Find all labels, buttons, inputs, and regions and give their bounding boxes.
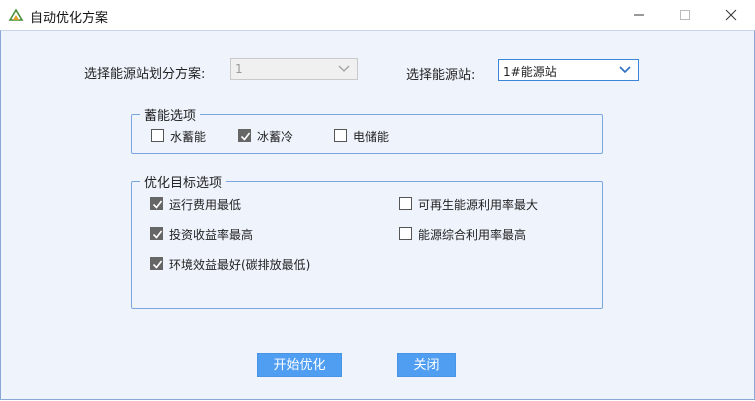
checkmark-icon <box>150 227 163 240</box>
checkbox-electric-storage[interactable]: 电储能 <box>334 128 404 144</box>
chevron-down-icon <box>618 64 632 80</box>
checkbox-max-renewable-ratio[interactable]: 可再生能源利用率最大 <box>399 196 569 212</box>
dialog-body: 选择能源站划分方案: 1 选择能源站: 1#能源站 蓄能选项 水蓄能 冰蓄冷 电… <box>0 30 755 400</box>
goals-group-title: 优化目标选项 <box>140 172 227 191</box>
scheme-select-value: 1 <box>235 62 243 76</box>
station-label: 选择能源站: <box>406 68 476 83</box>
checkbox-label: 投资收益率最高 <box>169 228 254 242</box>
checkbox-water-storage[interactable]: 水蓄能 <box>151 128 221 144</box>
checkbox-label: 能源综合利用率最高 <box>418 228 527 242</box>
station-select-value: 1#能源站 <box>503 65 557 79</box>
checkbox-label: 冰蓄冷 <box>257 130 294 144</box>
checkmark-icon <box>150 257 163 270</box>
checkbox-best-environmental-benefit[interactable]: 环境效益最好(碳排放最低) <box>150 256 350 272</box>
app-logo-icon <box>8 7 24 23</box>
maximize-button[interactable] <box>662 0 708 30</box>
checkbox-box <box>334 129 347 142</box>
checkbox-box <box>151 129 164 142</box>
title-bar: 自动优化方案 <box>0 0 755 30</box>
checkbox-box <box>399 197 412 210</box>
checkbox-label: 电储能 <box>353 130 390 144</box>
checkmark-icon <box>238 129 251 142</box>
checkbox-max-energy-utilization[interactable]: 能源综合利用率最高 <box>399 226 569 242</box>
checkbox-label: 水蓄能 <box>170 130 207 144</box>
station-select[interactable]: 1#能源站 <box>498 59 639 81</box>
close-window-button[interactable] <box>708 0 754 30</box>
checkbox-ice-storage[interactable]: 冰蓄冷 <box>238 128 308 144</box>
checkbox-label: 运行费用最低 <box>169 198 242 212</box>
checkbox-min-operating-cost[interactable]: 运行费用最低 <box>150 196 290 212</box>
checkmark-icon <box>150 197 163 210</box>
scheme-select[interactable]: 1 <box>230 58 358 80</box>
checkbox-label: 环境效益最好(碳排放最低) <box>169 258 311 272</box>
start-optimization-button[interactable]: 开始优化 <box>257 353 342 377</box>
close-button[interactable]: 关闭 <box>397 353 456 377</box>
checkbox-max-investment-return[interactable]: 投资收益率最高 <box>150 226 290 242</box>
storage-options-group: 蓄能选项 水蓄能 冰蓄冷 电储能 <box>131 105 603 154</box>
goals-options-group: 优化目标选项 运行费用最低 可再生能源利用率最大 投资收益率最高 能源综合利用率… <box>131 172 603 309</box>
chevron-down-icon <box>337 63 351 79</box>
window-title: 自动优化方案 <box>30 11 109 26</box>
scheme-label: 选择能源站划分方案: <box>84 67 206 82</box>
checkbox-label: 可再生能源利用率最大 <box>418 198 539 212</box>
minimize-button[interactable] <box>616 0 662 30</box>
checkbox-box <box>399 227 412 240</box>
storage-group-title: 蓄能选项 <box>140 105 201 124</box>
